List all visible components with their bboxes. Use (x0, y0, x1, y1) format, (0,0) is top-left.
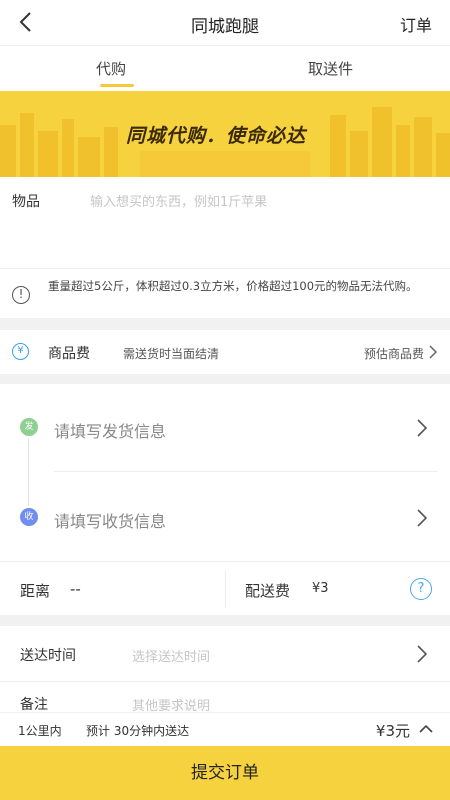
goods-label: 物品 (12, 194, 40, 210)
banner-slogan: 同城代购．使命必达 (126, 125, 307, 147)
receiver-info-field[interactable]: 请填写收货信息 (54, 508, 166, 532)
goods-fee-row[interactable]: ¥ 商品费 需送货时当面结清 预估商品费 (0, 330, 450, 374)
note-row[interactable]: 备注 其他要求说明 (0, 682, 450, 712)
note-input[interactable]: 其他要求说明 (132, 695, 210, 712)
restriction-notice: ! 重量超过5公斤，体积超过0.3立方米，价格超过100元的物品无法代购。 (0, 270, 450, 318)
chevron-up-icon[interactable] (418, 724, 434, 734)
service-tabs: 代购 取送件 (0, 46, 450, 90)
delivery-fee-label: 配送费 (245, 582, 291, 600)
vertical-divider (225, 570, 226, 608)
chevron-right-icon[interactable] (416, 508, 428, 528)
page-title: 同城跑腿 (191, 17, 259, 37)
tab-pickup-delivery[interactable]: 取送件 (308, 58, 353, 79)
address-section: 发 请填写发货信息 收 请填写收货信息 (0, 384, 450, 560)
goods-fee-label: 商品费 (48, 346, 90, 362)
summary-eta: 预计 30分钟内送达 (86, 724, 190, 738)
summary-distance: 1公里内 (18, 724, 62, 738)
active-tab-indicator (100, 84, 134, 87)
estimate-goods-fee-link[interactable]: 预估商品费 (364, 345, 424, 362)
receiver-badge: 收 (20, 508, 38, 526)
goods-input[interactable]: 输入想买的东西，例如1斤苹果 (90, 191, 267, 210)
chevron-right-icon[interactable] (416, 418, 428, 438)
distance-label: 距离 (20, 582, 51, 600)
distance-value: -- (70, 580, 81, 598)
orders-link[interactable]: 订单 (400, 12, 432, 36)
distance-fee-row: 距离 -- 配送费 ¥3 ? (0, 561, 450, 615)
order-summary-bar: 1公里内 预计 30分钟内送达 ¥3元 (0, 712, 450, 746)
submit-order-button[interactable]: 提交订单 (0, 746, 450, 800)
delivery-time-label: 送达时间 (20, 648, 76, 664)
summary-price: ¥3元 (375, 722, 410, 740)
app-header: 同城跑腿 订单 (0, 0, 450, 46)
chevron-right-icon (429, 345, 438, 359)
info-icon: ! (12, 286, 30, 304)
chevron-right-icon (417, 645, 428, 663)
yen-icon: ¥ (12, 343, 29, 360)
note-label: 备注 (20, 697, 48, 712)
tab-purchase[interactable]: 代购 (96, 58, 126, 79)
delivery-time-select[interactable]: 选择送达时间 (132, 646, 210, 665)
question-icon[interactable]: ? (410, 578, 432, 600)
sender-badge: 发 (20, 418, 38, 436)
goods-section: 物品 输入想买的东西，例如1斤苹果 (0, 177, 450, 269)
promo-banner: 同城代购．使命必达 (0, 91, 450, 177)
notice-text: 重量超过5公斤，体积超过0.3立方米，价格超过100元的物品无法代购。 (48, 279, 418, 293)
sender-info-field[interactable]: 请填写发货信息 (54, 418, 166, 442)
delivery-time-row[interactable]: 送达时间 选择送达时间 (0, 626, 450, 682)
address-connector-line (28, 438, 29, 506)
goods-fee-desc: 需送货时当面结清 (123, 347, 220, 361)
delivery-fee-value: ¥3 (312, 581, 329, 596)
address-divider (54, 471, 438, 472)
section-divider (0, 318, 450, 330)
section-divider (0, 374, 450, 384)
section-divider (0, 615, 450, 626)
